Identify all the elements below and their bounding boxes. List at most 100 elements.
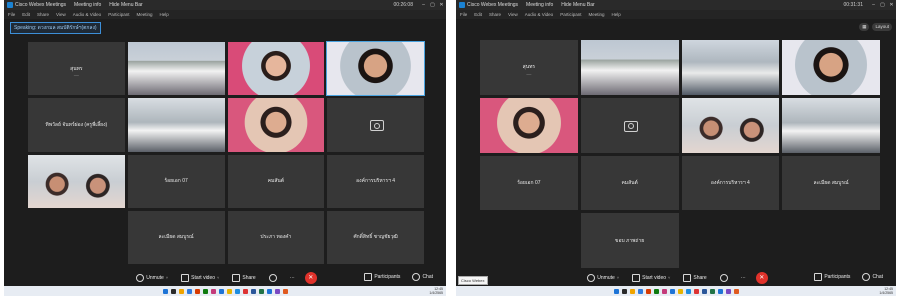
taskbar-app-icon[interactable] — [218, 288, 224, 294]
taskbar-app-icon[interactable] — [629, 288, 635, 294]
menu-edit[interactable]: Edit — [474, 12, 482, 17]
taskbar-app-icon[interactable] — [685, 288, 691, 294]
taskbar-app-icon[interactable] — [274, 288, 280, 294]
taskbar-app-icon[interactable] — [717, 288, 723, 294]
menu-share[interactable]: Share — [489, 12, 501, 17]
participant-video-tile[interactable] — [782, 97, 880, 153]
menu-participant[interactable]: Participant — [108, 12, 129, 17]
menu-audio-video[interactable]: Audio & Video — [525, 12, 553, 17]
participant-tile[interactable]: สุนทร — — [480, 40, 578, 95]
participant-tile[interactable]: ละเมียด สมบูรณ์ — [782, 155, 880, 211]
participant-tile[interactable]: ศักดิ์สิทธิ์ ชาญชัยวุฒิ — [327, 210, 424, 264]
taskbar-app-icon[interactable] — [637, 288, 643, 294]
start-video-button[interactable]: Start video ˅ — [629, 273, 673, 283]
menu-participant[interactable]: Participant — [560, 12, 581, 17]
participant-video-tile[interactable] — [127, 42, 225, 96]
menu-audio-video[interactable]: Audio & Video — [73, 12, 101, 17]
participant-tile[interactable]: ละเมียด สมบูรณ์ — [127, 210, 225, 264]
participants-button[interactable]: Participants — [811, 272, 853, 282]
participant-tile[interactable]: ประภา ทองคำ — [227, 210, 325, 264]
menu-meeting[interactable]: Meeting — [136, 12, 152, 17]
menu-edit[interactable]: Edit — [22, 12, 30, 17]
taskbar-app-icon[interactable] — [162, 288, 168, 294]
taskbar-app-icon[interactable] — [661, 288, 667, 294]
chevron-down-icon[interactable]: ˅ — [617, 275, 619, 280]
participant-video-tile[interactable] — [681, 97, 780, 153]
participant-video-tile[interactable] — [480, 97, 578, 153]
share-button[interactable]: Share — [680, 273, 709, 283]
taskbar-app-icon[interactable] — [653, 288, 659, 294]
taskbar-app-icon[interactable] — [250, 288, 256, 294]
participant-tile[interactable]: สุนทร — — [28, 42, 125, 96]
meeting-info-menu[interactable]: Meeting info — [526, 2, 553, 8]
participant-tile[interactable]: องค์การบริหารฯ 4 — [681, 155, 780, 211]
taskbar-app-icon[interactable] — [258, 288, 264, 294]
menu-view[interactable]: View — [508, 12, 518, 17]
participant-video-tile[interactable] — [326, 40, 425, 97]
taskbar-app-icon[interactable] — [194, 288, 200, 294]
maximize-icon[interactable]: ▢ — [878, 2, 887, 8]
participant-tile[interactable] — [327, 98, 424, 152]
taskbar-app-icon[interactable] — [234, 288, 240, 294]
taskbar-app-icon[interactable] — [613, 288, 619, 294]
participant-tile[interactable]: คมสันต์ — [227, 154, 325, 208]
chevron-down-icon[interactable]: ˅ — [166, 275, 168, 280]
participant-video-tile[interactable] — [580, 40, 679, 95]
end-meeting-button[interactable] — [304, 271, 317, 284]
minimize-icon[interactable]: – — [869, 2, 878, 8]
hide-menu-bar-button[interactable]: Hide Menu Bar — [109, 2, 142, 8]
share-button[interactable]: Share — [229, 273, 258, 283]
menu-help[interactable]: Help — [159, 12, 168, 17]
participant-video-tile[interactable] — [28, 154, 125, 208]
participant-video-tile[interactable] — [681, 40, 780, 95]
start-video-button[interactable]: Start video ˅ — [178, 273, 222, 283]
menu-file[interactable]: File — [8, 12, 15, 17]
menu-view[interactable]: View — [56, 12, 66, 17]
taskbar-app-icon[interactable] — [210, 288, 216, 294]
participant-tile[interactable] — [28, 210, 125, 264]
participant-tile[interactable]: ทิพวัลย์ จันทร์ผ่อง (ครูพี่เลี้ยง) — [28, 98, 125, 152]
more-options-button[interactable]: ··· — [738, 273, 749, 283]
participant-tile[interactable]: ร้อยเอก 07 — [480, 155, 578, 211]
participant-video-tile[interactable] — [127, 98, 225, 152]
end-meeting-button[interactable] — [755, 271, 768, 284]
participant-tile[interactable] — [480, 213, 578, 268]
participants-button[interactable]: Participants — [361, 272, 403, 282]
taskbar-app-icon[interactable] — [170, 288, 176, 294]
taskbar-app-icon[interactable] — [709, 288, 715, 294]
more-options-button[interactable]: ··· — [287, 273, 298, 283]
taskbar-app-icon[interactable] — [677, 288, 683, 294]
taskbar-app-icon[interactable] — [701, 288, 707, 294]
taskbar-app-icon[interactable] — [725, 288, 731, 294]
chat-button[interactable]: Chat — [409, 272, 436, 282]
participant-video-tile[interactable] — [227, 98, 325, 152]
chat-button[interactable]: Chat — [859, 272, 886, 282]
layout-button[interactable]: Layout — [872, 23, 892, 31]
participant-video-tile[interactable] — [227, 42, 325, 96]
participant-tile[interactable]: คมสันต์ — [580, 155, 679, 211]
menu-help[interactable]: Help — [611, 12, 620, 17]
menu-meeting[interactable]: Meeting — [588, 12, 604, 17]
minimize-icon[interactable]: – — [419, 2, 428, 8]
reactions-button[interactable] — [717, 273, 731, 283]
taskbar-app-icon[interactable] — [178, 288, 184, 294]
close-icon[interactable]: ✕ — [437, 2, 446, 8]
close-icon[interactable]: ✕ — [887, 2, 896, 8]
taskbar-app-icon[interactable] — [202, 288, 208, 294]
chevron-down-icon[interactable]: ˅ — [217, 275, 219, 280]
mute-button[interactable]: Unmute ˅ — [133, 273, 171, 283]
participant-tile[interactable] — [782, 213, 880, 268]
maximize-icon[interactable]: ▢ — [428, 2, 437, 8]
hide-menu-bar-button[interactable]: Hide Menu Bar — [561, 2, 594, 8]
menu-share[interactable]: Share — [37, 12, 49, 17]
mute-button[interactable]: Unmute ˅ — [584, 273, 622, 283]
taskbar-app-icon[interactable] — [282, 288, 288, 294]
menu-file[interactable]: File — [460, 12, 467, 17]
taskbar-app-icon[interactable] — [693, 288, 699, 294]
taskbar-app-icon[interactable] — [186, 288, 192, 294]
participant-tile[interactable]: ขอบ ภาพถ่าย — [580, 213, 679, 268]
participant-video-tile[interactable] — [782, 40, 880, 95]
taskbar-app-icon[interactable] — [226, 288, 232, 294]
meeting-info-menu[interactable]: Meeting info — [74, 2, 101, 8]
taskbar-app-icon[interactable] — [645, 288, 651, 294]
